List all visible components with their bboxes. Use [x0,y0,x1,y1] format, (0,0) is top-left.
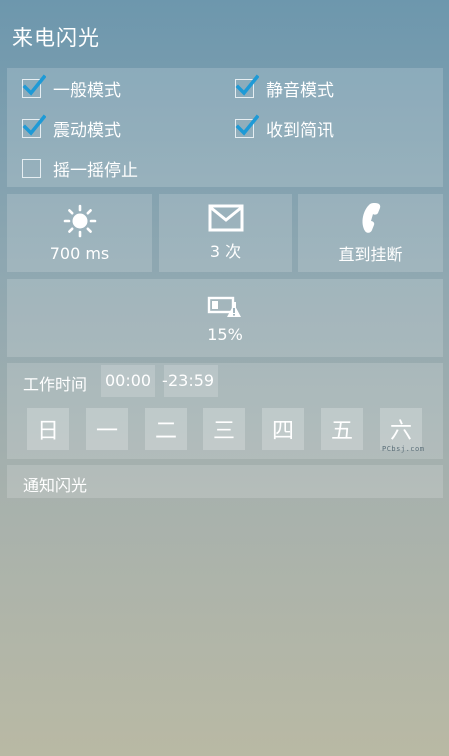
checkbox-silent-mode[interactable]: 静音模式 [235,73,334,103]
checkmark-icon [22,114,46,136]
day-toggle-saturday[interactable]: 六 [380,408,422,450]
checkbox-box[interactable] [235,114,259,138]
checkbox-label: 一般模式 [53,80,121,101]
day-toggle-wednesday[interactable]: 三 [203,408,245,450]
checkbox-label: 摇一摇停止 [53,160,138,181]
checkbox-label: 收到简讯 [266,120,334,141]
app-title: 来电闪光 [12,26,100,50]
checkbox-box[interactable] [22,158,41,178]
stop-condition-value: 直到挂断 [338,245,403,264]
flash-count-tile[interactable]: 3 次 [159,194,292,272]
checkbox-label: 震动模式 [53,120,121,141]
checkbox-vibrate-mode[interactable]: 震动模式 [22,113,121,143]
checkbox-sms-received[interactable]: 收到简讯 [235,113,334,143]
checkbox-box[interactable] [22,74,46,98]
work-time-panel: 工作时间 00:00 - 23:59 日 一 二 三 四 五 六 [7,363,443,459]
stop-condition-tile[interactable]: 直到挂断 [298,194,443,272]
day-toggle-sunday[interactable]: 日 [27,408,69,450]
notification-flash-item[interactable]: 通知闪光 [7,465,443,498]
flash-duration-tile[interactable]: 700 ms [7,194,152,272]
battery-warning-icon [207,296,241,317]
day-toggle-tuesday[interactable]: 二 [145,408,187,450]
mode-settings-panel: 一般模式 静音模式 震动模式 收到简讯 摇一摇停止 [7,68,443,187]
day-toggle-monday[interactable]: 一 [86,408,128,450]
work-time-label: 工作时间 [23,375,88,394]
checkbox-shake-to-stop[interactable]: 摇一摇停止 [22,153,138,183]
checkbox-normal-mode[interactable]: 一般模式 [22,73,121,103]
checkmark-icon [22,74,46,96]
day-toggle-thursday[interactable]: 四 [262,408,304,450]
end-time-button[interactable]: 23:59 [164,365,219,397]
checkmark-icon [235,114,259,136]
phone-icon [362,203,380,233]
flash-count-value: 3 次 [209,242,242,261]
battery-threshold-value: 15% [207,324,243,344]
envelope-icon [208,204,243,232]
watermark-text: PCbsj.com [382,445,425,453]
day-toggle-friday[interactable]: 五 [321,408,363,450]
sun-icon [63,204,96,237]
checkmark-icon [235,74,259,96]
start-time-button[interactable]: 00:00 [101,365,156,397]
checkbox-label: 静音模式 [266,80,334,101]
flash-duration-value: 700 ms [49,243,110,263]
notification-flash-label: 通知闪光 [23,476,88,495]
checkbox-box[interactable] [22,114,46,138]
battery-threshold-tile[interactable]: 15% [7,279,443,357]
checkbox-box[interactable] [235,74,259,98]
